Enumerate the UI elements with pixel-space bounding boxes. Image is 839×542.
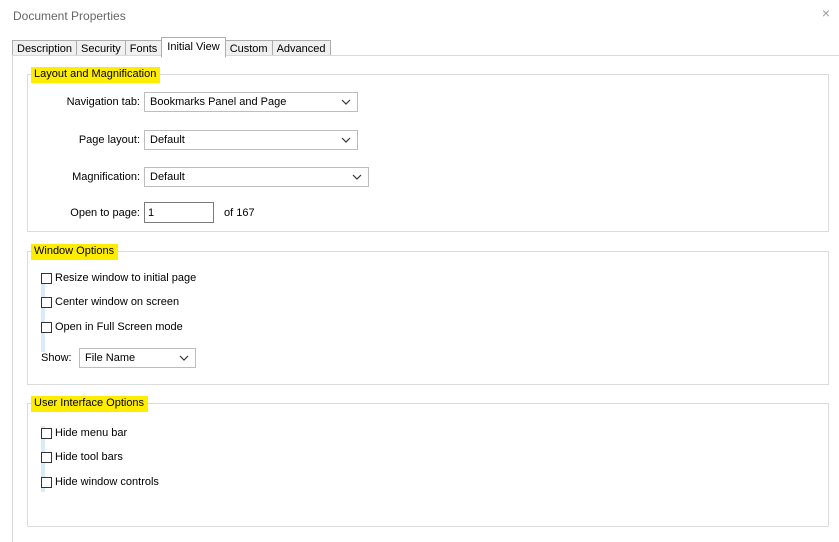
checkbox-box	[41, 451, 52, 463]
checkbox-label: Resize window to initial page	[55, 272, 197, 284]
show-select[interactable]: File Name	[79, 348, 196, 368]
layout-magnification-group: Layout and Magnification Navigation tab:…	[27, 67, 829, 232]
checkbox-label: Hide tool bars	[55, 451, 123, 463]
checkbox-box	[41, 321, 52, 333]
checkbox-label: Open in Full Screen mode	[55, 321, 183, 333]
show-label: Show:	[41, 352, 72, 364]
magnification-value: Default	[150, 171, 185, 183]
resize-window-checkbox[interactable]: Resize window to initial page	[41, 272, 196, 284]
chevron-down-icon	[341, 99, 351, 105]
chevron-down-icon	[352, 174, 362, 180]
checkbox-label: Hide window controls	[55, 476, 159, 488]
hide-window-controls-checkbox[interactable]: Hide window controls	[41, 476, 159, 488]
page-layout-label: Page layout:	[78, 134, 140, 146]
chevron-down-icon	[341, 137, 351, 143]
window-options-group: Window Options Resize window to initial …	[27, 244, 829, 385]
user-interface-options-group: User Interface Options Hide menu bar Hid…	[27, 396, 829, 527]
tab-strip: Description Security Fonts Initial View …	[12, 37, 331, 58]
tab-page-initial-view: Layout and Magnification Navigation tab:…	[12, 55, 839, 542]
checkbox-label: Center window on screen	[55, 296, 180, 308]
title-bar: Document Properties ×	[0, 0, 839, 30]
navigation-tab-label: Navigation tab:	[66, 96, 140, 108]
layout-magnification-legend: Layout and Magnification	[31, 67, 161, 83]
center-window-checkbox[interactable]: Center window on screen	[41, 296, 179, 308]
hide-tool-bars-checkbox[interactable]: Hide tool bars	[41, 451, 123, 463]
hide-menu-bar-checkbox[interactable]: Hide menu bar	[41, 427, 127, 439]
user-interface-options-legend: User Interface Options	[31, 396, 149, 412]
page-layout-select[interactable]: Default	[144, 130, 358, 150]
page-count-text: of 167	[224, 207, 255, 219]
magnification-label: Magnification:	[72, 171, 140, 183]
navigation-tab-value: Bookmarks Panel and Page	[150, 96, 287, 108]
checkbox-box	[41, 272, 52, 284]
selection-glow	[41, 274, 45, 352]
tab-initial-view[interactable]: Initial View	[161, 37, 226, 58]
page-layout-value: Default	[150, 134, 185, 146]
navigation-tab-select[interactable]: Bookmarks Panel and Page	[144, 92, 358, 112]
show-value: File Name	[85, 352, 136, 364]
window-title: Document Properties	[13, 9, 126, 23]
checkbox-box	[41, 427, 52, 439]
checkbox-box	[41, 476, 52, 488]
chevron-down-icon	[179, 355, 189, 361]
open-to-page-label: Open to page:	[70, 207, 140, 219]
close-icon[interactable]: ×	[819, 6, 833, 20]
dialog-body: Description Security Fonts Initial View …	[6, 34, 839, 542]
open-to-page-field[interactable]	[145, 203, 213, 222]
full-screen-checkbox[interactable]: Open in Full Screen mode	[41, 321, 183, 333]
window-options-legend: Window Options	[31, 244, 119, 260]
checkbox-box	[41, 296, 52, 308]
magnification-select[interactable]: Default	[144, 167, 369, 187]
open-to-page-input[interactable]	[144, 202, 214, 223]
checkbox-label: Hide menu bar	[55, 427, 128, 439]
